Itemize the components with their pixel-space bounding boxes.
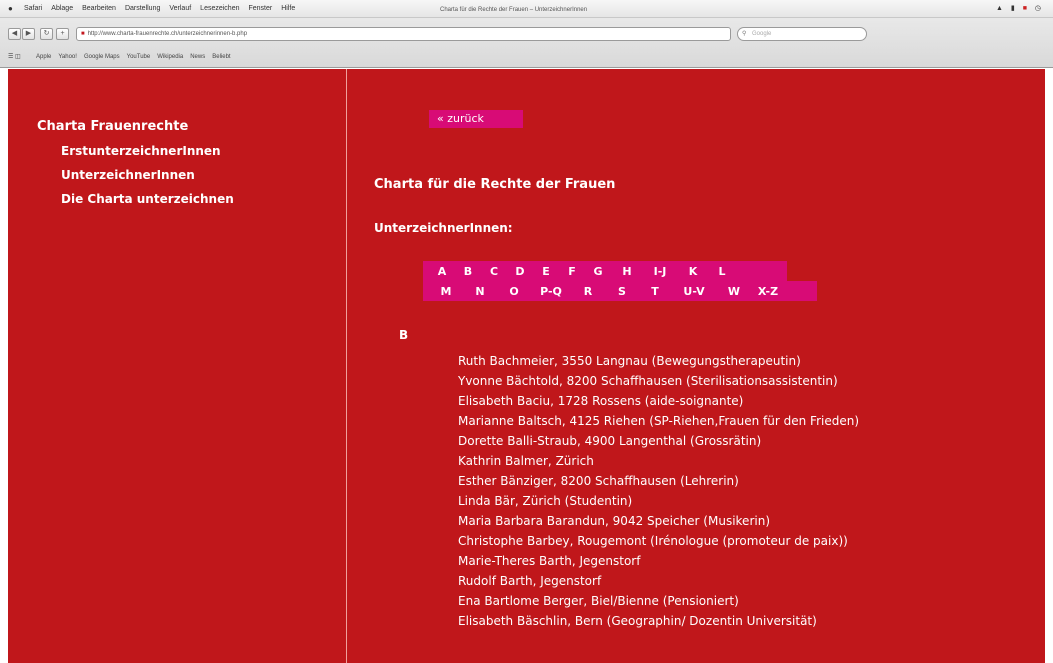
list-item: Marianne Baltsch, 4125 Riehen (SP-Riehen… xyxy=(458,414,860,428)
sidebar-item-unterzeichnerinnen[interactable]: UnterzeichnerInnen xyxy=(61,168,195,182)
flag-icon[interactable]: ■ xyxy=(1023,5,1027,12)
bookmark-link[interactable]: Wikipedia xyxy=(157,54,183,60)
letter-link-h[interactable]: H xyxy=(611,265,643,278)
list-item: Elisabeth Bäschlin, Bern (Geographin/ Do… xyxy=(458,614,817,628)
menu-item[interactable]: Darstellung xyxy=(125,5,160,12)
letter-link-w[interactable]: W xyxy=(717,285,751,298)
list-item: Maria Barbara Barandun, 9042 Speicher (M… xyxy=(458,514,770,528)
list-item: Marie-Theres Barth, Jegenstorf xyxy=(458,554,641,568)
list-item: Elisabeth Baciu, 1728 Rossens (aide-soig… xyxy=(458,394,744,408)
list-item: Christophe Barbey, Rougemont (Irénologue… xyxy=(458,534,848,548)
list-item: Linda Bär, Zürich (Studentin) xyxy=(458,494,633,508)
letter-link-r[interactable]: R xyxy=(571,285,605,298)
search-icon: ⚲ xyxy=(742,31,747,37)
letter-link-m[interactable]: M xyxy=(429,285,463,298)
letter-link-a[interactable]: A xyxy=(429,265,455,278)
signers-heading: UnterzeichnerInnen: xyxy=(374,221,513,235)
menu-bar: ● Safari Ablage Bearbeiten Darstellung Verla… xyxy=(0,0,1053,18)
bookmark-link[interactable]: Apple xyxy=(36,54,51,60)
letter-link-k[interactable]: K xyxy=(677,265,709,278)
bookmark-link[interactable]: YouTube xyxy=(127,54,151,60)
menu-item[interactable]: Ablage xyxy=(51,5,73,12)
letter-link-e[interactable]: E xyxy=(533,265,559,278)
search-placeholder: Google xyxy=(752,31,772,37)
url-field[interactable]: ■ http://www.charta-frauenrechte.ch/unter… xyxy=(76,27,731,41)
status-tray: ▲ ▮ ■ ◷ xyxy=(990,0,1041,18)
bookmarks-bar: ☰ ◫ Apple Yahoo! Google Maps YouTube Wikiped… xyxy=(0,48,1053,67)
letter-link-g[interactable]: G xyxy=(585,265,611,278)
letter-index-row-2: M N O P-Q R S T U-V W X-Z xyxy=(423,281,817,301)
url-text: http://www.charta-frauenrechte.ch/unterz… xyxy=(87,31,248,37)
bookmark-link[interactable]: Google Maps xyxy=(84,54,120,60)
menu-item[interactable]: Verlauf xyxy=(169,5,191,12)
reading-list-icon[interactable]: ☰ ◫ xyxy=(8,48,21,67)
browser-toolbar: ◀ ▶ ↻ + ■ http://www.charta-frauenrechte.… xyxy=(0,19,1053,47)
list-item: Rudolf Barth, Jegenstorf xyxy=(458,574,602,588)
add-bookmark-button[interactable]: + xyxy=(56,28,69,40)
window-title: Charta für die Rechte der Frauen – Unter… xyxy=(440,7,588,13)
menu-item[interactable]: Fenster xyxy=(248,5,272,12)
letter-link-p-q[interactable]: P-Q xyxy=(531,285,571,298)
main-content: « zurück Charta für die Rechte der Fraue… xyxy=(347,69,1045,663)
wifi-icon[interactable]: ▲ xyxy=(996,5,1003,12)
signers-list: Ruth Bachmeier, 3550 Langnau (Bewegungst… xyxy=(458,351,859,631)
menu-item[interactable]: Bearbeiten xyxy=(82,5,116,12)
page-title: Charta für die Rechte der Frauen xyxy=(374,177,616,192)
letter-link-f[interactable]: F xyxy=(559,265,585,278)
back-nav-button[interactable]: ◀ xyxy=(8,28,21,40)
search-field[interactable]: ⚲ Google xyxy=(737,27,867,41)
bookmark-link[interactable]: News xyxy=(190,54,205,60)
list-item: Yvonne Bächtold, 8200 Schaffhausen (Ster… xyxy=(458,374,838,388)
sidebar-title[interactable]: Charta Frauenrechte xyxy=(37,119,188,134)
browser-chrome: ● Safari Ablage Bearbeiten Darstellung Verla… xyxy=(0,0,1053,68)
forward-nav-button[interactable]: ▶ xyxy=(22,28,35,40)
bookmark-link[interactable]: Yahoo! xyxy=(58,54,77,60)
bookmark-link[interactable]: Beliebt xyxy=(212,54,230,60)
sidebar: Charta Frauenrechte ErstunterzeichnerInn… xyxy=(8,69,346,663)
list-item: Ruth Bachmeier, 3550 Langnau (Bewegungst… xyxy=(458,354,801,368)
sidebar-item-erstunterzeichnerinnen[interactable]: ErstunterzeichnerInnen xyxy=(61,144,221,158)
menu-item[interactable]: Lesezeichen xyxy=(200,5,239,12)
letter-link-s[interactable]: S xyxy=(605,285,639,298)
list-item: Ena Bartlome Berger, Biel/Bienne (Pensio… xyxy=(458,594,739,608)
bookmark-items: Apple Yahoo! Google Maps YouTube Wikipedia Ne… xyxy=(36,48,238,67)
letter-link-u-v[interactable]: U-V xyxy=(671,285,717,298)
letter-link-t[interactable]: T xyxy=(639,285,671,298)
letter-link-c[interactable]: C xyxy=(481,265,507,278)
letter-link-b[interactable]: B xyxy=(455,265,481,278)
letter-link-d[interactable]: D xyxy=(507,265,533,278)
page-content: Charta Frauenrechte ErstunterzeichnerInn… xyxy=(0,69,1053,663)
sidebar-item-charta-unterzeichnen[interactable]: Die Charta unterzeichnen xyxy=(61,192,234,206)
letter-link-i-j[interactable]: I-J xyxy=(643,265,677,278)
back-button[interactable]: « zurück xyxy=(429,110,523,128)
battery-icon[interactable]: ▮ xyxy=(1011,5,1015,12)
apple-menu-icon[interactable]: ● xyxy=(8,0,13,18)
letter-index-row-1: A B C D E F G H I-J K L xyxy=(423,261,787,281)
favicon-icon: ■ xyxy=(81,31,85,37)
letter-link-o[interactable]: O xyxy=(497,285,531,298)
list-item: Esther Bänziger, 8200 Schaffhausen (Lehr… xyxy=(458,474,739,488)
menu-items: Safari Ablage Bearbeiten Darstellung Verlauf… xyxy=(24,0,304,18)
clock-icon[interactable]: ◷ xyxy=(1035,5,1041,12)
reload-button[interactable]: ↻ xyxy=(40,28,53,40)
letter-link-l[interactable]: L xyxy=(709,265,735,278)
menu-item[interactable]: Hilfe xyxy=(281,5,295,12)
list-item: Dorette Balli-Straub, 4900 Langenthal (G… xyxy=(458,434,762,448)
page-background: Charta Frauenrechte ErstunterzeichnerInn… xyxy=(8,69,1045,663)
letter-link-x-z[interactable]: X-Z xyxy=(751,285,785,298)
list-item: Kathrin Balmer, Zürich xyxy=(458,454,594,468)
menu-item[interactable]: Safari xyxy=(24,5,42,12)
letter-link-n[interactable]: N xyxy=(463,285,497,298)
section-letter: B xyxy=(399,328,409,342)
